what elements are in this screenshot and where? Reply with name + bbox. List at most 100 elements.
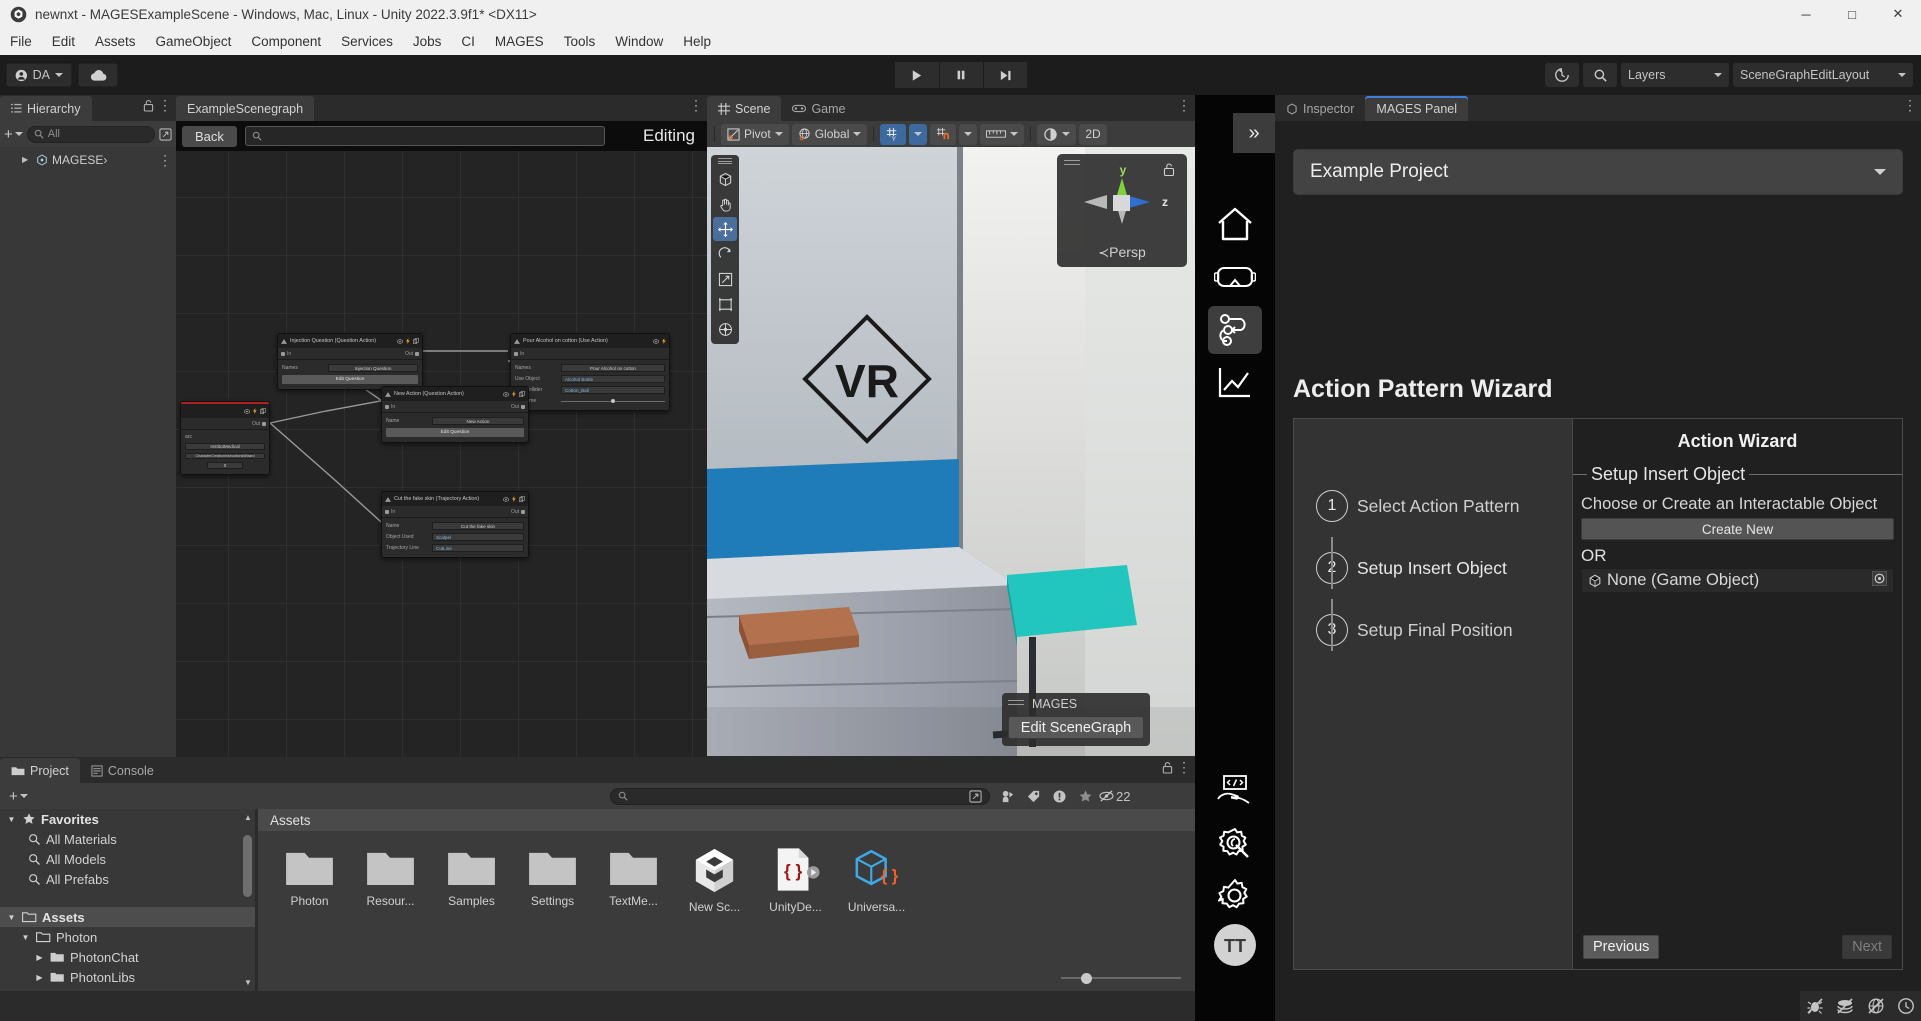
node-in-port[interactable] xyxy=(385,404,389,409)
previous-button[interactable]: Previous xyxy=(1583,935,1660,959)
hierarchy-expand-icon[interactable] xyxy=(159,127,172,141)
tab-scene[interactable]: Scene xyxy=(707,96,782,121)
node-header[interactable]: Cut the fake skin (Trajectory Action) xyxy=(382,492,528,506)
hierarchy-add-button[interactable]: + xyxy=(4,126,23,143)
global-off-icon[interactable] xyxy=(1863,993,1889,1019)
node-field-value[interactable]: New Action xyxy=(432,417,524,425)
menu-item-jobs[interactable]: Jobs xyxy=(403,28,452,55)
project-tree-row-photon[interactable]: ▼ Photon xyxy=(0,927,255,947)
lock-icon[interactable] xyxy=(1162,761,1173,774)
lock-icon[interactable] xyxy=(1163,162,1175,177)
global-dropdown[interactable]: Global xyxy=(791,123,868,145)
node-header[interactable] xyxy=(181,404,269,418)
node-field-value[interactable]: 0 xyxy=(207,462,243,469)
cloud-button[interactable] xyxy=(78,63,118,87)
asset-item[interactable]: Settings xyxy=(523,847,582,914)
asset-item[interactable]: TextMe... xyxy=(604,847,663,914)
eye-icon[interactable] xyxy=(503,496,509,502)
insert-object-field[interactable]: None (Game Object) xyxy=(1581,568,1894,593)
menu-item-gameobject[interactable]: GameObject xyxy=(146,28,242,55)
bolt-icon[interactable] xyxy=(512,496,516,502)
node-out-label[interactable]: Out xyxy=(511,404,519,410)
scale-tool-button[interactable] xyxy=(713,267,737,291)
object-picker-button[interactable] xyxy=(1872,570,1887,591)
duplicate-icon[interactable] xyxy=(519,391,525,397)
hierarchy-row[interactable]: ▶ MAGESE› ⋮ xyxy=(0,150,176,169)
expand-arrow-icon[interactable]: ▶ xyxy=(34,953,45,962)
tab-project[interactable]: Project xyxy=(0,758,80,783)
expand-arrow-icon[interactable]: ▼ xyxy=(20,933,31,942)
scroll-down-arrow-icon[interactable]: ▼ xyxy=(244,978,252,987)
project-tree-row-all-models[interactable]: All Models xyxy=(0,849,255,869)
asset-item[interactable]: Resour... xyxy=(361,847,420,914)
scenegraph-node[interactable]: Cut the fake skin (Trajectory Action) In… xyxy=(381,491,529,558)
project-tree-row-all-prefabs[interactable]: All Prefabs xyxy=(0,869,255,889)
menu-item-help[interactable]: Help xyxy=(673,28,721,55)
sceneview-kebab-menu[interactable]: ⋮ xyxy=(1177,98,1191,112)
node-field-value[interactable]: Scalpel xyxy=(432,533,524,541)
mages-overlay-header[interactable]: MAGES xyxy=(1008,697,1144,711)
menu-item-tools[interactable]: Tools xyxy=(554,28,606,55)
node-header-tools[interactable] xyxy=(503,496,525,502)
filter-by-type-icon[interactable] xyxy=(995,786,1019,806)
gizmo-perspective-toggle[interactable]: ≺Persp xyxy=(1057,244,1187,261)
lock-icon[interactable] xyxy=(143,99,154,112)
snap-magnet-dropdown[interactable] xyxy=(959,123,978,145)
rail-item-home[interactable] xyxy=(1208,200,1262,248)
node-out-port[interactable] xyxy=(521,509,525,514)
rail-item-avatar[interactable]: TT xyxy=(1208,921,1262,969)
bolt-icon[interactable] xyxy=(406,338,410,344)
node-header[interactable]: Pour Alcohol on cotton (Use Action) xyxy=(511,334,669,348)
node-out-label[interactable]: Out xyxy=(405,351,413,357)
node-use-time-slider[interactable] xyxy=(561,397,665,405)
menu-item-edit[interactable]: Edit xyxy=(42,28,85,55)
asset-zoom-slider[interactable] xyxy=(1061,971,1181,985)
node-in-port[interactable] xyxy=(514,351,518,356)
menu-item-services[interactable]: Services xyxy=(331,28,403,55)
scene-orientation-gizmo[interactable]: y z ≺Persp xyxy=(1057,154,1187,267)
project-tree-row-assets[interactable]: ▼ Assets xyxy=(0,907,255,927)
node-field-value[interactable]: Injection Question xyxy=(328,364,418,372)
expand-arrow-icon[interactable]: ▶ xyxy=(34,973,45,982)
layout-dropdown[interactable]: SceneGraphEditLayout xyxy=(1733,63,1913,87)
edit-scenegraph-button[interactable]: Edit SceneGraph xyxy=(1008,716,1144,739)
menu-item-file[interactable]: File xyxy=(0,28,42,55)
menu-item-component[interactable]: Component xyxy=(241,28,331,55)
node-field-value[interactable]: Alcohol Bottle xyxy=(561,375,665,383)
expand-arrow-icon[interactable]: ▼ xyxy=(6,815,17,824)
node-in-label[interactable]: In xyxy=(391,404,395,410)
node-field-value[interactable]: Pour Alcohol on cotton xyxy=(561,364,665,372)
search-expand-icon[interactable] xyxy=(969,789,982,803)
play-button[interactable] xyxy=(894,62,939,88)
expand-arrow-icon[interactable]: ▶ xyxy=(22,155,32,164)
filter-favorites-icon[interactable] xyxy=(1073,786,1097,806)
node-in-port[interactable] xyxy=(281,351,285,356)
project-tree-scrollbar[interactable]: ▲ ▼ xyxy=(243,813,252,987)
tab-inspector[interactable]: Inspector xyxy=(1275,96,1365,121)
node-field-value[interactable]: Cut the fake skin xyxy=(432,522,524,530)
grid-snapping-dropdown[interactable] xyxy=(909,123,928,145)
project-kebab-menu[interactable]: ⋮ xyxy=(1177,760,1191,774)
node-header-tools[interactable] xyxy=(503,391,525,397)
menu-item-window[interactable]: Window xyxy=(605,28,673,55)
scenegraph-node[interactable]: Injection Question (Question Action) In … xyxy=(277,333,423,390)
rail-item-settings[interactable] xyxy=(1208,872,1262,920)
layers-dropdown[interactable]: Layers xyxy=(1621,63,1729,87)
node-in-label[interactable]: In xyxy=(287,351,291,357)
node-out-port[interactable] xyxy=(415,351,419,356)
project-tree-row-all-materials[interactable]: All Materials xyxy=(0,829,255,849)
maximize-button[interactable]: □ xyxy=(1829,0,1875,28)
close-button[interactable]: ✕ xyxy=(1875,0,1921,28)
scenegraph-search-input[interactable] xyxy=(244,126,605,146)
eye-icon[interactable] xyxy=(503,391,509,397)
node-field-value[interactable]: CutLine xyxy=(432,544,524,552)
project-add-button[interactable]: + xyxy=(4,788,28,805)
scenegraph-node[interactable]: New Action (Question Action) In Out Name… xyxy=(381,386,529,443)
menu-item-mages[interactable]: MAGES xyxy=(485,28,554,55)
grid-snapping-toggle[interactable]: Y xyxy=(880,123,907,145)
bolt-icon[interactable] xyxy=(253,408,257,414)
scenegraph-node[interactable]: Out arc InstitutMedical CharacterCreatio… xyxy=(180,401,270,475)
tab-mages-panel[interactable]: MAGES Panel xyxy=(1365,96,1469,121)
hierarchy-kebab-menu[interactable]: ⋮ xyxy=(158,98,172,112)
project-tree-row-photonlibs[interactable]: ▶ PhotonLibs xyxy=(0,967,255,987)
